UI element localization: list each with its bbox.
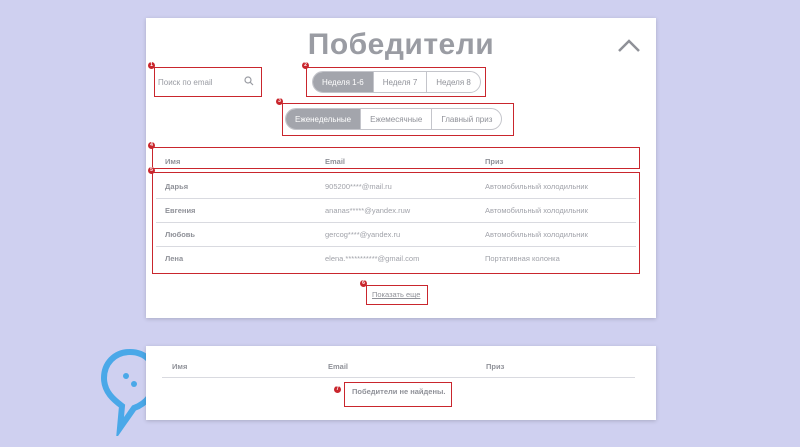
annotation-box-2 xyxy=(306,67,486,97)
annotation-marker-3: 3 xyxy=(276,98,283,105)
annotation-marker-4: 4 xyxy=(148,142,155,149)
annotation-marker-2: 2 xyxy=(302,62,309,69)
annotation-box-5 xyxy=(152,172,640,274)
annotation-box-7 xyxy=(344,382,452,407)
divider xyxy=(162,377,635,378)
chevron-up-icon[interactable] xyxy=(616,36,642,56)
page-title: Победители xyxy=(307,28,495,61)
annotation-marker-1: 1 xyxy=(148,62,155,69)
annotation-marker-5: 5 xyxy=(148,167,155,174)
annotation-marker-6: 6 xyxy=(360,280,367,287)
annotation-box-1 xyxy=(154,67,262,97)
column-header-email: Email xyxy=(328,362,349,371)
annotation-marker-7: 7 xyxy=(334,386,341,393)
column-header-prize: Приз xyxy=(486,362,505,371)
column-header-name: Имя xyxy=(172,362,188,371)
annotation-box-4 xyxy=(152,147,640,169)
annotation-box-3 xyxy=(282,103,514,136)
annotation-box-6 xyxy=(366,285,428,305)
